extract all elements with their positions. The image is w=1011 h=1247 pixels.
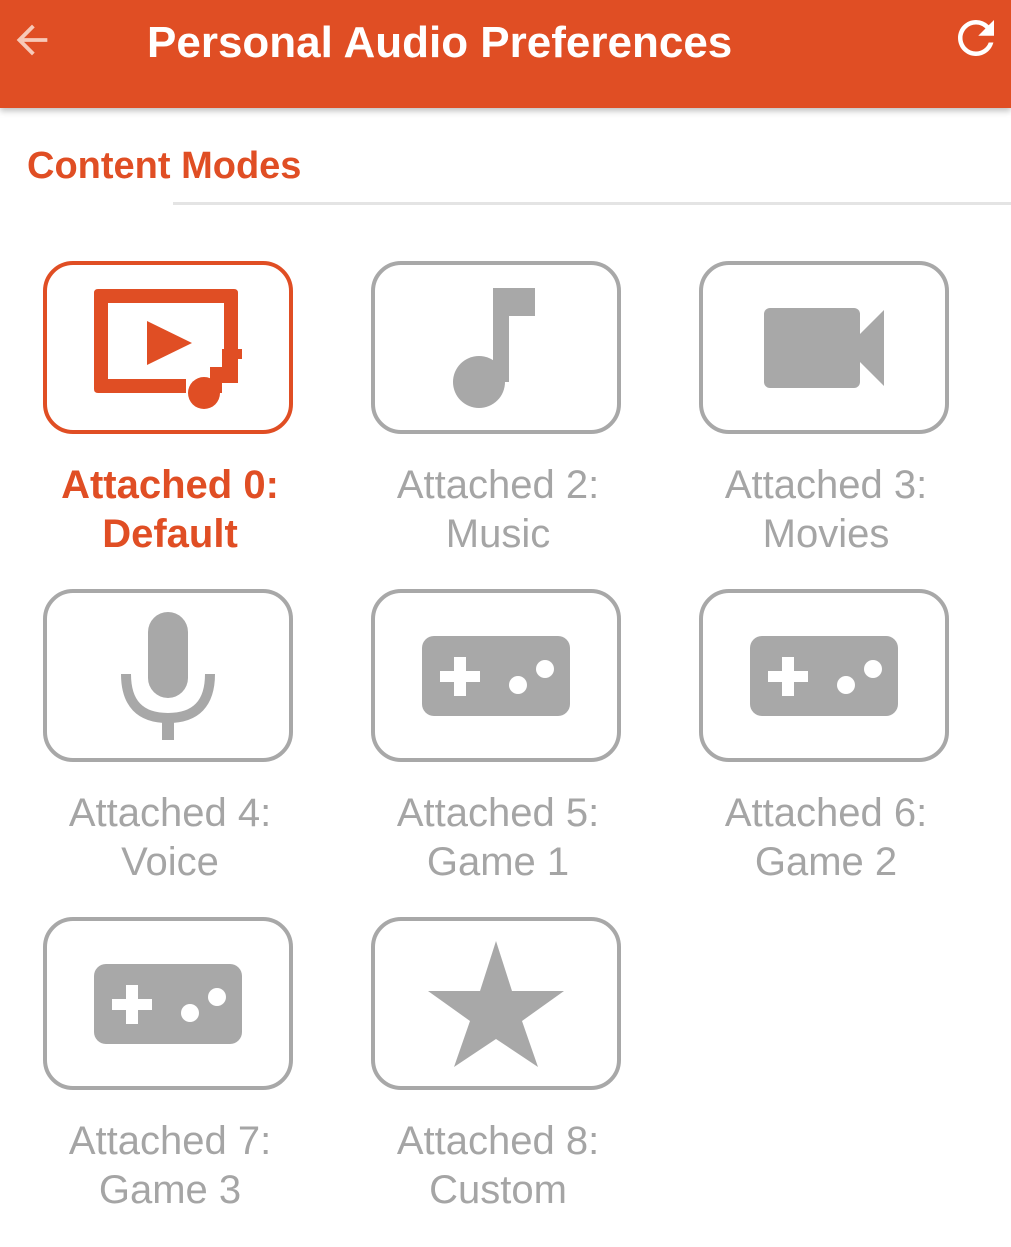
mode-tile[interactable]: [43, 261, 293, 434]
star-icon: [428, 940, 564, 1067]
mode-tile[interactable]: [371, 589, 621, 762]
page-title: Personal Audio Preferences: [147, 18, 733, 67]
mode-tile[interactable]: [371, 917, 621, 1090]
gamepad-icon: [422, 635, 570, 716]
mode-tile[interactable]: [43, 917, 293, 1090]
mode-tile[interactable]: [699, 261, 949, 434]
gamepad-icon: [94, 963, 242, 1044]
mode-label: Attached 0: Default: [61, 463, 279, 556]
mode-label: Attached 5: Game 1: [396, 791, 600, 884]
microphone-icon: [121, 611, 215, 740]
mode-tile[interactable]: [699, 589, 949, 762]
mode-label: Attached 2: Music: [396, 463, 600, 556]
app-bar: Personal Audio Preferences: [0, 0, 1011, 108]
video-music-icon: [94, 288, 242, 409]
mode-label: Attached 4: Voice: [68, 791, 272, 884]
mode-label: Attached 6: Game 2: [724, 791, 928, 884]
section-title: Content Modes: [27, 145, 302, 187]
section-divider: [173, 202, 1011, 205]
mode-label: Attached 3: Movies: [724, 463, 928, 556]
videocam-icon: [764, 307, 884, 388]
refresh-icon: [958, 19, 994, 56]
back-button[interactable]: [6, 14, 58, 66]
mode-label: Attached 8: Custom: [396, 1119, 600, 1212]
arrow-back-icon: [16, 24, 48, 56]
refresh-button[interactable]: [946, 8, 1006, 68]
music-note-icon: [453, 287, 535, 408]
mode-label: Attached 7: Game 3: [68, 1119, 272, 1212]
mode-tile[interactable]: [43, 589, 293, 762]
gamepad-icon: [750, 635, 898, 716]
mode-tile[interactable]: [371, 261, 621, 434]
